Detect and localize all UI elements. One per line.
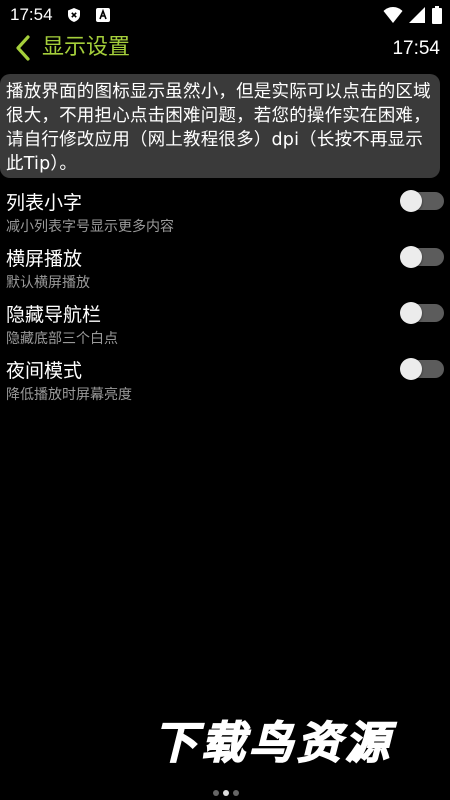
tip-box[interactable]: 播放界面的图标显示虽然小，但是实际可以点击的区域很大，不用担心点击困难问题，若您… — [0, 74, 440, 178]
tip-text: 播放界面的图标显示虽然小，但是实际可以点击的区域很大，不用担心点击困难问题，若您… — [6, 82, 431, 174]
setting-subtitle: 默认横屏播放 — [6, 275, 90, 291]
text-a-icon — [96, 8, 110, 22]
setting-title: 隐藏导航栏 — [6, 304, 102, 326]
toggle-knob — [400, 302, 422, 324]
page-dot — [213, 790, 219, 796]
signal-icon — [409, 7, 425, 23]
setting-subtitle: 降低播放时屏幕亮度 — [6, 387, 132, 403]
settings-screen: 17:54 显示设置 17:54 播放界面的图标显示虽然小，但是实际可以点击的区… — [0, 0, 450, 800]
setting-subtitle: 减小列表字号显示更多内容 — [6, 219, 174, 235]
status-bar: 17:54 — [0, 0, 450, 30]
shield-x-icon — [68, 8, 80, 22]
setting-title: 夜间模式 — [6, 360, 83, 382]
watermark-logo: 下载鸟资源 — [152, 718, 397, 768]
landscape-playback-toggle[interactable] — [400, 246, 444, 268]
settings-list: 列表小字 减小列表字号显示更多内容 横屏播放 默认横屏播放 隐藏导航栏 隐藏底部… — [0, 186, 450, 410]
toggle-knob — [400, 246, 422, 268]
wifi-icon — [383, 7, 403, 23]
app-bar: 显示设置 17:54 — [0, 30, 450, 68]
night-mode-toggle[interactable] — [400, 358, 444, 380]
setting-title: 横屏播放 — [6, 248, 83, 270]
back-button[interactable] — [12, 32, 36, 64]
setting-landscape-playback[interactable]: 横屏播放 默认横屏播放 — [0, 242, 450, 298]
setting-hide-navbar[interactable]: 隐藏导航栏 隐藏底部三个白点 — [0, 298, 450, 354]
toggle-knob — [400, 358, 422, 380]
setting-night-mode[interactable]: 夜间模式 降低播放时屏幕亮度 — [0, 354, 450, 410]
page-dot-active — [223, 790, 229, 796]
battery-icon — [432, 6, 442, 24]
small-list-text-toggle[interactable] — [400, 190, 444, 212]
setting-small-list-text[interactable]: 列表小字 减小列表字号显示更多内容 — [0, 186, 450, 242]
hide-navbar-toggle[interactable] — [400, 302, 444, 324]
page-indicator — [213, 790, 239, 796]
status-time: 17:54 — [10, 5, 53, 24]
svg-text:下载鸟资源: 下载鸟资源 — [153, 718, 397, 768]
page-title: 显示设置 — [42, 35, 131, 60]
header-clock: 17:54 — [392, 38, 440, 59]
setting-subtitle: 隐藏底部三个白点 — [6, 331, 118, 347]
toggle-knob — [400, 190, 422, 212]
page-dot — [233, 790, 239, 796]
setting-title: 列表小字 — [6, 192, 83, 214]
